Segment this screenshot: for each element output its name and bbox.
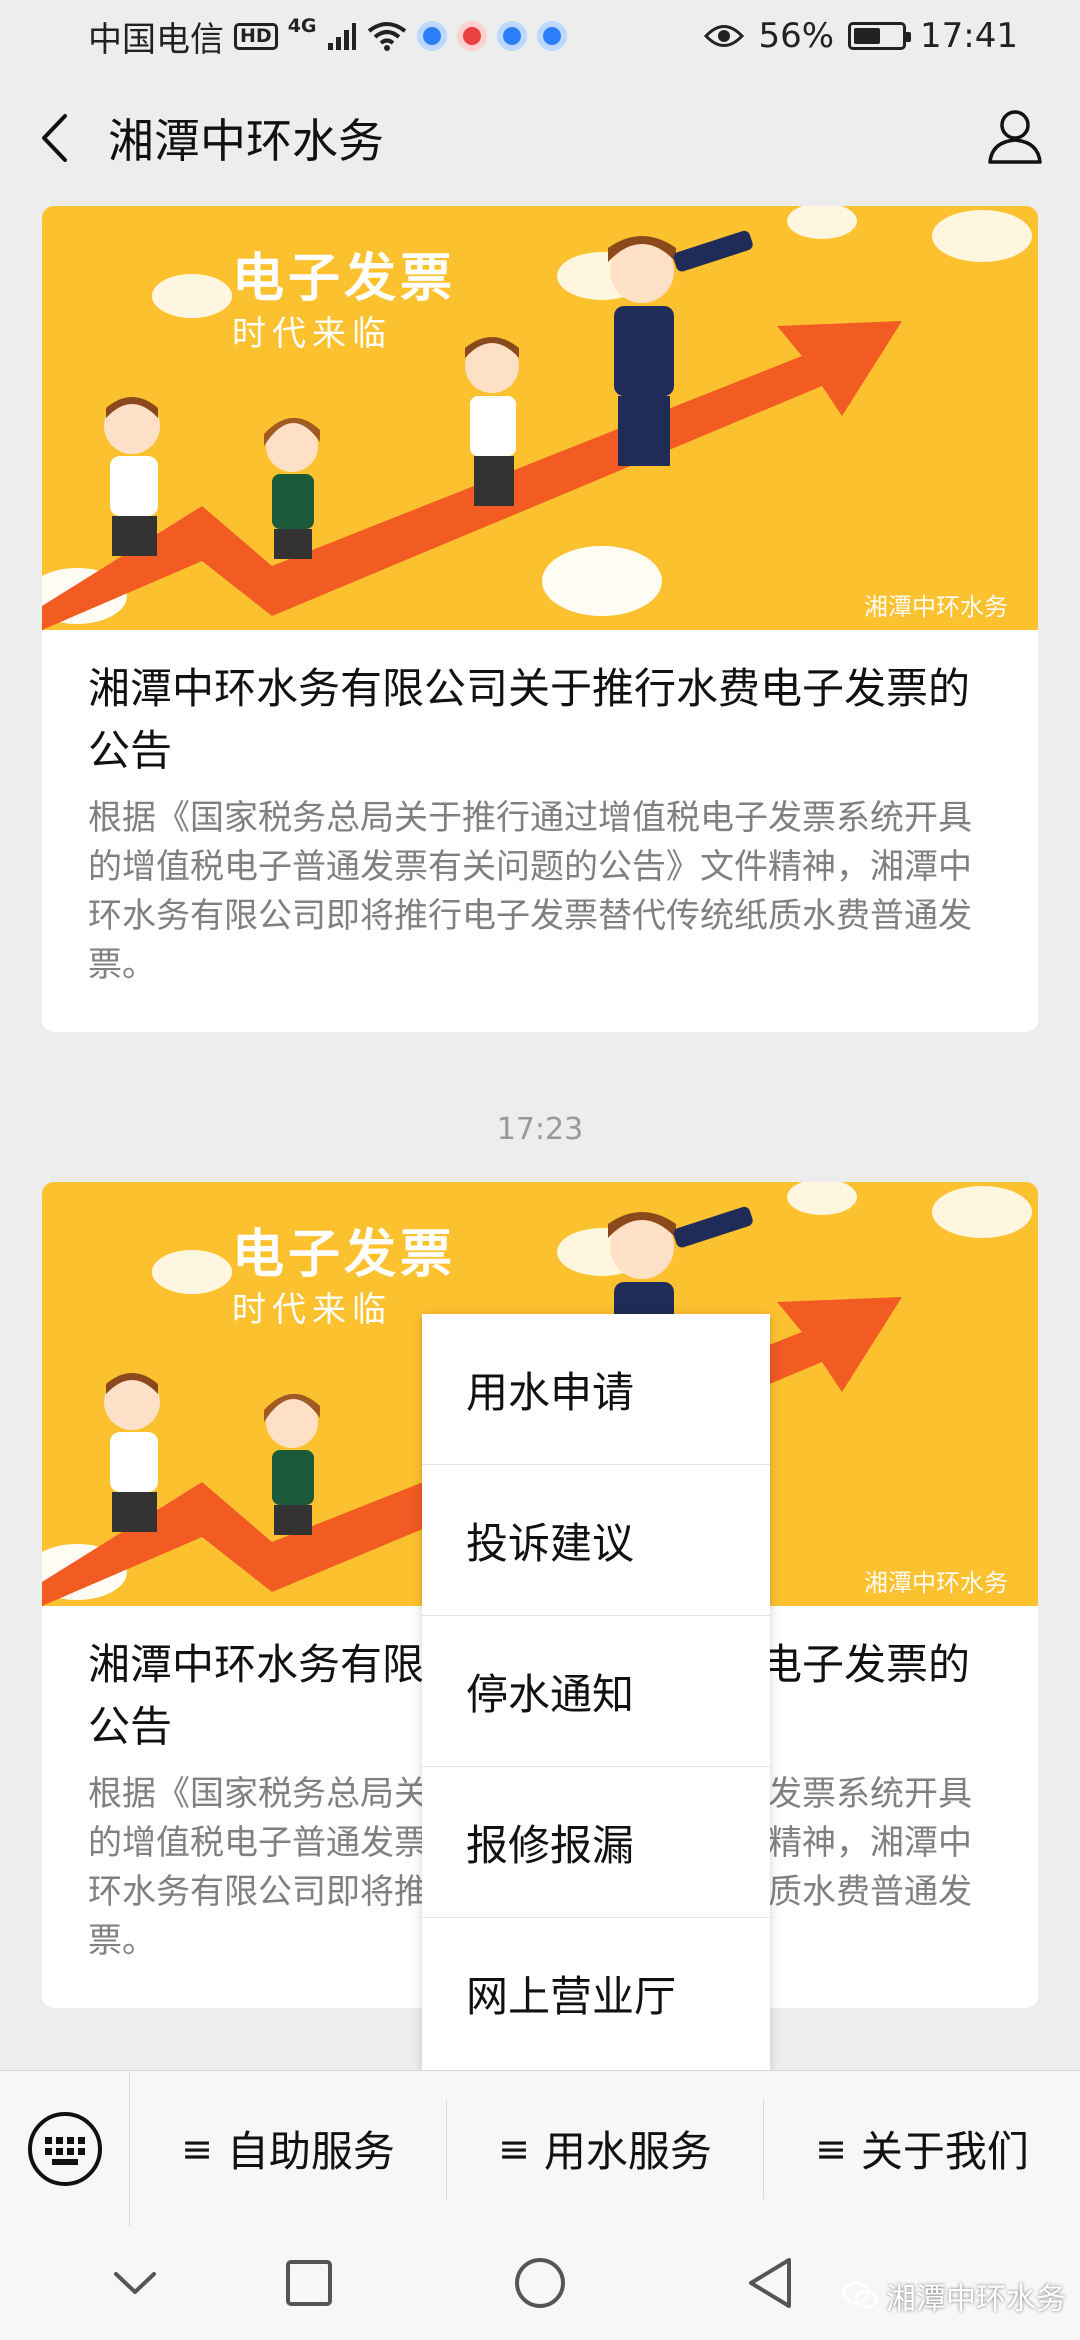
recents-button[interactable] <box>274 2248 344 2318</box>
menu-item-outage-notice[interactable]: 停水通知 <box>422 1616 770 1767</box>
banner-heading: 电子发票 <box>232 249 457 309</box>
article-card[interactable]: 电子发票 时代来临 湘潭中环水务 湘潭中环水务有限公司关于推行水费电子发票的公告… <box>42 206 1038 1032</box>
article-banner: 电子发票 时代来临 湘潭中环水务 <box>42 206 1038 630</box>
menu-label: 自助服务 <box>226 2127 395 2176</box>
app-notification-icon <box>496 21 527 51</box>
menu-item-water-application[interactable]: 用水申请 <box>422 1314 770 1465</box>
battery-fill <box>854 28 880 44</box>
menu-water-service[interactable]: ≡ 用水服务 <box>447 2098 764 2199</box>
menu-item-online-hall[interactable]: 网上营业厅 <box>422 1918 770 2069</box>
map-notification-icon <box>456 21 487 51</box>
hd-badge: HD <box>234 22 278 50</box>
clock: 17:41 <box>920 16 1018 56</box>
chevron-down-icon <box>114 2272 156 2294</box>
page-title: 湘潭中环水务 <box>108 114 384 168</box>
menu-lines-icon: ≡ <box>181 2126 213 2171</box>
message-timestamp: 17:23 <box>496 1112 584 1147</box>
wechat-icon <box>842 2281 878 2309</box>
menu-label: 关于我们 <box>860 2127 1029 2176</box>
keyboard-icon <box>27 2111 102 2186</box>
status-bar: 中国电信 HD 4G 56% 17:41 <box>0 0 1080 72</box>
back-nav-button[interactable] <box>735 2248 805 2318</box>
profile-button[interactable] <box>980 102 1050 172</box>
battery-percent: 56% <box>758 16 835 56</box>
menu-label: 用水服务 <box>543 2127 712 2176</box>
banner-watermark: 湘潭中环水务 <box>864 593 1008 621</box>
carrier-label: 中国电信 <box>88 19 224 60</box>
wechat-watermark: 湘潭中环水务 <box>842 2274 1066 2318</box>
banner-subheading: 时代来临 <box>232 314 392 354</box>
keyboard-toggle-button[interactable] <box>0 2070 130 2227</box>
menu-lines-icon: ≡ <box>498 2126 530 2171</box>
status-left: 中国电信 HD 4G <box>88 12 567 61</box>
signal-icon <box>327 23 356 50</box>
triangle-back-icon <box>749 2258 791 2308</box>
service-submenu: 用水申请 投诉建议 停水通知 报修报漏 网上营业厅 <box>422 1314 770 2070</box>
app-notification-icon <box>416 21 447 51</box>
eye-icon <box>704 25 745 47</box>
system-nav-bar: 湘潭中环水务 <box>0 2226 1080 2340</box>
circle-icon <box>515 2258 565 2308</box>
square-icon <box>286 2260 332 2306</box>
network-type: 4G <box>287 15 317 37</box>
banner-subheading: 时代来临 <box>232 1290 392 1330</box>
chevron-left-icon <box>42 114 67 162</box>
back-button[interactable] <box>4 72 104 204</box>
person-icon <box>988 110 1042 164</box>
title-bar: 湘潭中环水务 <box>0 72 1080 204</box>
article-summary: 根据《国家税务总局关于推行通过增值税电子发票系统开具的增值税电子普通发票有关问题… <box>88 798 972 985</box>
home-button[interactable] <box>505 2248 575 2318</box>
menu-self-service[interactable]: ≡ 自助服务 <box>130 2098 447 2199</box>
article-title: 湘潭中环水务有限公司关于推行水费电子发票的公告 <box>88 664 971 775</box>
app-notification-icon <box>536 21 567 51</box>
bottom-menu-bar: ≡ 自助服务 ≡ 用水服务 ≡ 关于我们 <box>0 2070 1080 2227</box>
wifi-icon <box>367 22 406 51</box>
banner-illustration <box>42 206 1032 630</box>
collapse-button[interactable] <box>100 2248 170 2318</box>
menu-about-us[interactable]: ≡ 关于我们 <box>764 2099 1080 2199</box>
banner-heading: 电子发票 <box>232 1225 457 1285</box>
watermark-text: 湘潭中环水务 <box>886 2282 1066 2317</box>
battery-icon <box>848 22 912 50</box>
menu-item-complaints[interactable]: 投诉建议 <box>422 1465 770 1616</box>
status-right: 56% 17:41 <box>704 16 1018 56</box>
menu-lines-icon: ≡ <box>815 2126 847 2171</box>
banner-watermark: 湘潭中环水务 <box>864 1569 1008 1597</box>
menu-item-repair-report[interactable]: 报修报漏 <box>422 1767 770 1918</box>
